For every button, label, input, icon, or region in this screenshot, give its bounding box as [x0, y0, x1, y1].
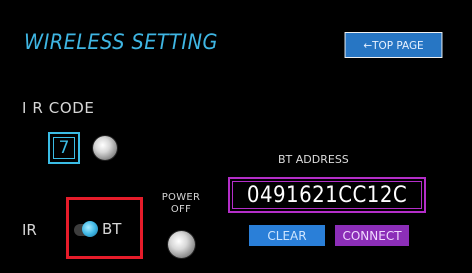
mode-bt-label: BT [102, 220, 122, 238]
power-off-label: POWER OFF [161, 192, 201, 216]
bt-address-display: 0491621CC12C [232, 181, 422, 209]
ir-code-value: 7 [53, 137, 75, 159]
bt-address-label: BT ADDRESS [278, 153, 349, 166]
mode-ir-label: IR [22, 221, 37, 239]
ir-code-knob-icon[interactable] [93, 136, 117, 160]
clear-button[interactable]: CLEAR [249, 225, 325, 246]
wireless-setting-screen: WIRELESS SETTING ←TOP PAGE I R CODE 7 IR… [0, 0, 472, 273]
page-title: WIRELESS SETTING [24, 30, 218, 54]
ir-code-label: I R CODE [22, 99, 95, 117]
power-knob-icon[interactable] [168, 231, 195, 258]
top-page-button[interactable]: ←TOP PAGE [344, 32, 443, 58]
connect-button[interactable]: CONNECT [335, 225, 409, 246]
power-label-line1: POWER [161, 192, 201, 203]
power-label-line2: OFF [170, 204, 192, 215]
bt-address-field[interactable]: 0491621CC12C [228, 177, 426, 213]
ir-code-field[interactable]: 7 [48, 132, 80, 164]
bt-address-value: 0491621CC12C [246, 182, 408, 208]
mode-toggle-knob-icon[interactable] [82, 221, 98, 237]
